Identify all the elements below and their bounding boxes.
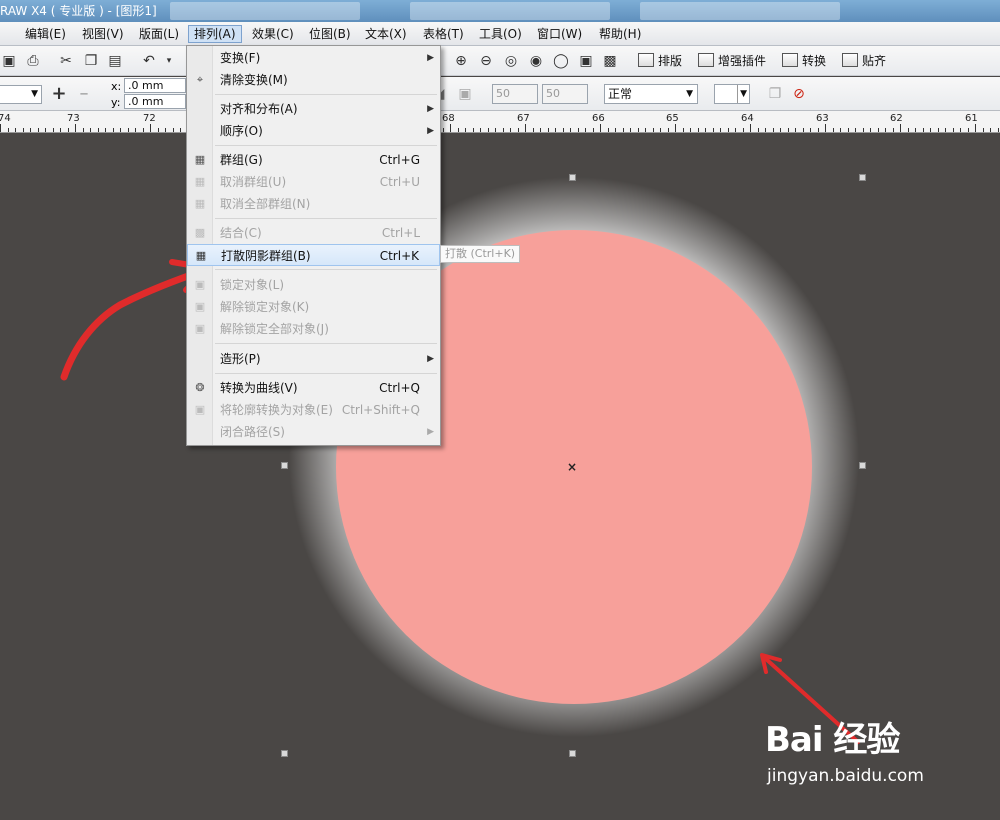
menu-item-label: 清除变换(M) bbox=[220, 73, 288, 87]
menu-item-shortcut: Ctrl+L bbox=[381, 226, 420, 240]
menu-separator bbox=[215, 269, 437, 270]
submenu-arrow-icon: ▶ bbox=[427, 126, 434, 136]
menu-item-shortcut: Ctrl+Shift+Q bbox=[341, 403, 420, 417]
annotation-arrows bbox=[60, 259, 860, 744]
menu-item-break-shadow-group[interactable]: ▦ 打散阴影群组(B) Ctrl+K bbox=[187, 244, 440, 266]
menu-item-clear-transform[interactable]: ⌖ 清除变换(M) bbox=[187, 69, 440, 91]
menu-item-label: 取消群组(U) bbox=[220, 175, 287, 189]
menu-separator bbox=[215, 145, 437, 146]
menu-item-label: 转换为曲线(V) bbox=[220, 381, 298, 395]
group-icon: ▦ bbox=[194, 153, 206, 166]
arrange-dropdown-menu: 变换(F) ▶ ⌖ 清除变换(M) 对齐和分布(A) ▶ 顺序(O) ▶ ▦ 群… bbox=[186, 45, 441, 446]
menu-item-label: 群组(G) bbox=[220, 153, 263, 167]
menu-item-shortcut: Ctrl+G bbox=[379, 153, 420, 167]
menu-item-outline-to-object[interactable]: ▣ 将轮廓转换为对象(E) Ctrl+Shift+Q bbox=[187, 399, 440, 421]
tooltip: 打散 (Ctrl+K) bbox=[440, 245, 521, 263]
menu-item-label: 锁定对象(L) bbox=[220, 278, 285, 292]
menu-item-lock-object[interactable]: ▣ 锁定对象(L) bbox=[187, 274, 440, 296]
menu-item-group[interactable]: ▦ 群组(G) Ctrl+G bbox=[187, 149, 440, 171]
watermark-url: jingyan.baidu.com bbox=[767, 766, 924, 786]
menu-separator bbox=[215, 218, 437, 219]
combine-icon: ▩ bbox=[194, 226, 206, 239]
menu-item-transform[interactable]: 变换(F) ▶ bbox=[187, 47, 440, 69]
menu-item-align-distribute[interactable]: 对齐和分布(A) ▶ bbox=[187, 98, 440, 120]
menu-item-ungroup-all[interactable]: ▦ 取消全部群组(N) bbox=[187, 193, 440, 215]
menu-separator bbox=[215, 94, 437, 95]
menu-item-combine[interactable]: ▩ 结合(C) Ctrl+L bbox=[187, 222, 440, 244]
curves-icon: ❂ bbox=[195, 381, 205, 394]
menu-item-order[interactable]: 顺序(O) ▶ bbox=[187, 120, 440, 142]
ungroup-all-icon: ▦ bbox=[194, 197, 206, 210]
outline-icon: ▣ bbox=[194, 403, 206, 416]
menu-item-shaping[interactable]: 造形(P) ▶ bbox=[187, 348, 440, 370]
menu-item-unlock-object[interactable]: ▣ 解除锁定对象(K) bbox=[187, 296, 440, 318]
menu-item-label: 造形(P) bbox=[220, 352, 261, 366]
unlock-all-icon: ▣ bbox=[194, 322, 206, 335]
submenu-arrow-icon: ▶ bbox=[427, 427, 434, 437]
menu-item-label: 结合(C) bbox=[220, 226, 262, 240]
menu-separator bbox=[215, 343, 437, 344]
menu-item-label: 将轮廓转换为对象(E) bbox=[220, 403, 333, 417]
menu-item-label: 闭合路径(S) bbox=[220, 425, 285, 439]
menu-separator bbox=[215, 373, 437, 374]
menu-item-unlock-all[interactable]: ▣ 解除锁定全部对象(J) bbox=[187, 318, 440, 340]
unlock-icon: ▣ bbox=[194, 300, 206, 313]
menu-item-label: 取消全部群组(N) bbox=[220, 197, 311, 211]
menu-item-ungroup[interactable]: ▦ 取消群组(U) Ctrl+U bbox=[187, 171, 440, 193]
menu-item-label: 解除锁定全部对象(J) bbox=[220, 322, 329, 336]
menu-item-close-path[interactable]: 闭合路径(S) ▶ bbox=[187, 421, 440, 443]
menu-item-label: 对齐和分布(A) bbox=[220, 102, 298, 116]
menu-item-label: 顺序(O) bbox=[220, 124, 263, 138]
clear-transform-icon: ⌖ bbox=[196, 73, 204, 86]
menu-item-shortcut: Ctrl+K bbox=[379, 249, 419, 263]
menu-item-label: 变换(F) bbox=[220, 51, 261, 65]
lock-icon: ▣ bbox=[194, 278, 206, 291]
baidu-logo: Bai 经验 bbox=[765, 720, 900, 760]
annotation-arrow-left bbox=[60, 266, 209, 381]
menu-item-shortcut: Ctrl+Q bbox=[379, 381, 420, 395]
submenu-arrow-icon: ▶ bbox=[427, 354, 434, 364]
ungroup-icon: ▦ bbox=[194, 175, 206, 188]
menu-item-label: 打散阴影群组(B) bbox=[221, 249, 311, 263]
break-apart-icon: ▦ bbox=[195, 249, 207, 262]
submenu-arrow-icon: ▶ bbox=[427, 104, 434, 114]
menu-item-convert-to-curves[interactable]: ❂ 转换为曲线(V) Ctrl+Q bbox=[187, 377, 440, 399]
menu-item-shortcut: Ctrl+U bbox=[379, 175, 420, 189]
menu-item-label: 解除锁定对象(K) bbox=[220, 300, 310, 314]
submenu-arrow-icon: ▶ bbox=[427, 53, 434, 63]
